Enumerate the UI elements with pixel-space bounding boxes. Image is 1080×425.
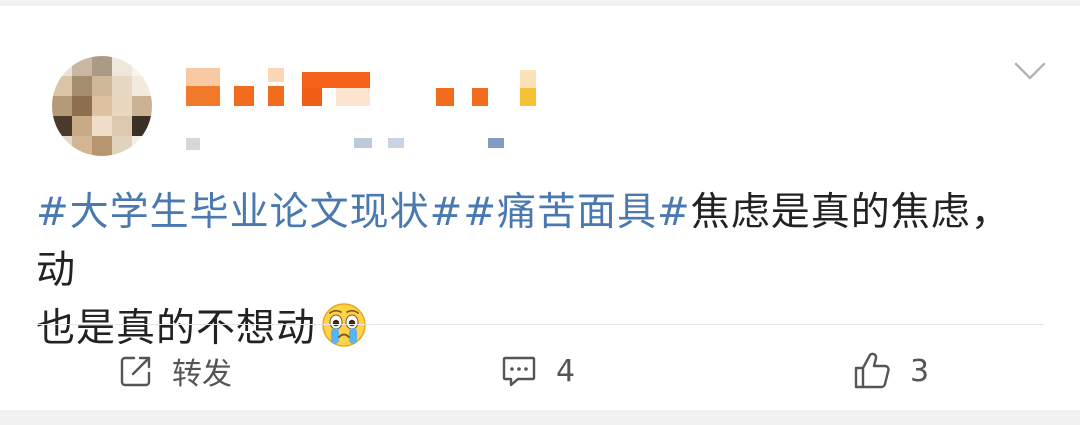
hashtag-topic-2[interactable]: #痛苦面具#: [463, 190, 690, 235]
repost-button[interactable]: 转发: [118, 346, 232, 396]
share-edit-icon: [118, 353, 154, 389]
username-blurred[interactable]: [186, 68, 546, 110]
post-text-line2: 也是真的不想动: [36, 306, 317, 351]
comment-button[interactable]: 4: [500, 346, 575, 396]
hashtag-topic-1[interactable]: #大学生毕业论文现状#: [36, 190, 463, 235]
like-count: 3: [910, 353, 930, 389]
post-meta-blurred: [186, 136, 516, 152]
comment-count: 4: [556, 353, 576, 389]
chevron-down-icon[interactable]: [1010, 56, 1050, 86]
like-button[interactable]: 3: [852, 346, 929, 396]
crying-face-emoji-icon: [320, 301, 368, 349]
avatar[interactable]: [52, 56, 152, 156]
comment-icon: [500, 353, 538, 389]
post-text: #大学生毕业论文现状##痛苦面具#焦虑是真的焦虑，动 也是真的不想动: [36, 184, 1046, 358]
post-card: #大学生毕业论文现状##痛苦面具#焦虑是真的焦虑，动 也是真的不想动 转发 4 …: [0, 6, 1080, 410]
repost-label: 转发: [172, 357, 232, 392]
thumbs-up-icon: [852, 351, 892, 391]
divider: [36, 324, 1044, 325]
